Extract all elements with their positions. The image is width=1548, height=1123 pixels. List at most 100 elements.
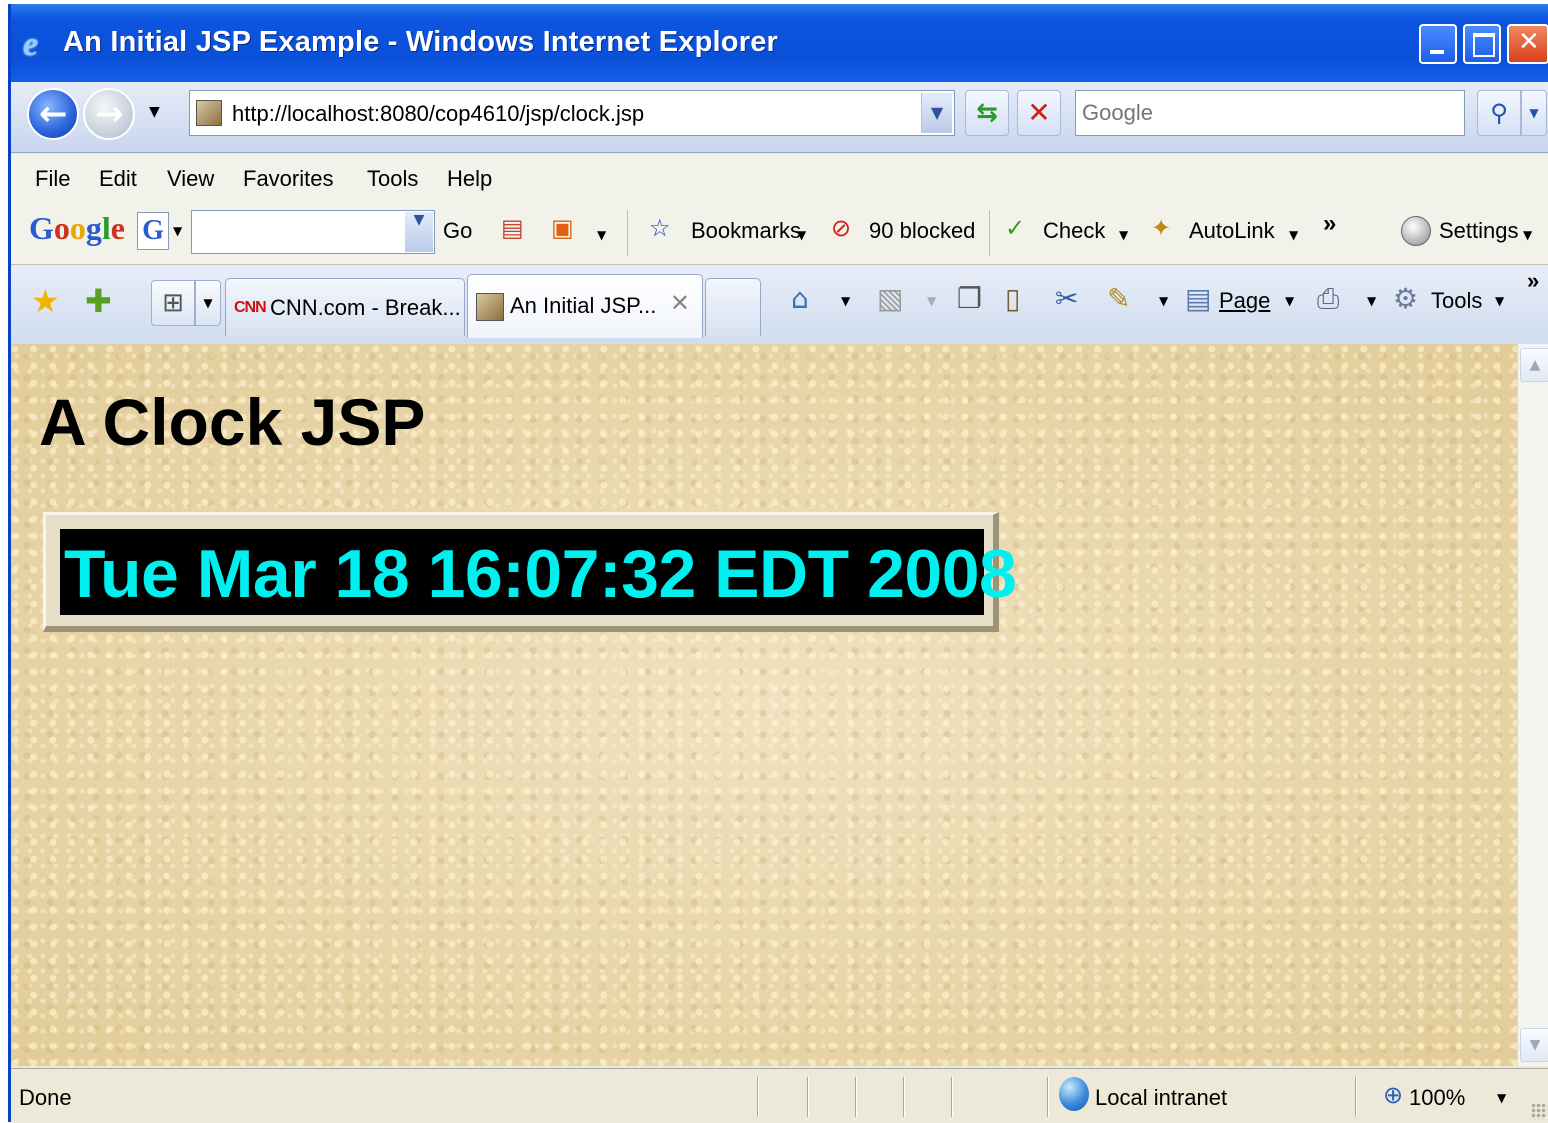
page-dropdown[interactable]: ▼ [1285,294,1294,308]
google-logo: Google [29,210,125,246]
cnn-favicon-icon: CNN [234,299,267,316]
home-icon[interactable]: ⌂ [791,282,809,315]
pagerank-dropdown[interactable]: ▼ [597,228,606,242]
menu-view[interactable]: View [167,166,214,192]
status-separator [757,1077,759,1117]
menu-help[interactable]: Help [447,166,492,192]
google-menu-dropdown[interactable]: ▼ [173,224,182,238]
new-tab-button[interactable] [705,278,761,336]
google-search-dropdown[interactable]: ▼ [405,212,433,252]
spellcheck-dropdown[interactable]: ▼ [1119,228,1128,242]
clock-text: Tue Mar 18 16:07:32 EDT 2008 [64,536,1017,612]
status-separator [855,1077,857,1117]
bookmarks-button[interactable]: Bookmarks [691,218,801,244]
popups-blocked-button[interactable]: 90 blocked [869,218,975,244]
spellcheck-button[interactable]: Check [1043,218,1105,244]
edit-dropdown[interactable]: ▼ [1159,294,1168,308]
autolink-button[interactable]: AutoLink [1189,218,1275,244]
stop-icon: ✕ [1027,96,1051,129]
back-icon: ← [39,94,68,134]
google-go-button[interactable]: Go [443,218,472,244]
minimize-button[interactable] [1419,24,1457,64]
search-input[interactable] [1076,91,1464,135]
vertical-scrollbar[interactable]: ▲ ▼ [1517,344,1548,1066]
local-intranet-icon [1059,1077,1089,1111]
quick-tabs-icon: ⊞ [162,288,184,318]
print-dropdown[interactable]: ▼ [1367,294,1376,308]
pagerank-icon[interactable]: ▣ [551,214,574,242]
edit-pencil-icon[interactable]: ✎ [1107,282,1130,315]
menu-bar: File Edit View Favorites Tools Help [11,154,1548,204]
autolink-wand-icon: ✦ [1151,214,1172,242]
google-search-input[interactable]: ▼ [191,210,435,254]
status-separator [951,1077,953,1117]
paste-clipboard-icon[interactable]: ▯ [1005,282,1020,315]
forward-button[interactable]: → [83,88,135,140]
home-dropdown[interactable]: ▼ [841,294,850,308]
stop-button[interactable]: ✕ [1017,90,1061,136]
popup-blocker-icon: ⊘ [831,214,852,242]
forward-icon: → [95,94,124,134]
toolbar-separator [627,210,628,256]
tab-close-icon[interactable]: ✕ [670,289,690,317]
address-dropdown-button[interactable]: ▼ [921,93,952,133]
search-box[interactable] [1075,90,1465,136]
print-icon[interactable]: ⎙ [1317,282,1339,316]
tab-cnn[interactable]: CNN CNN.com - Break... [225,278,465,336]
command-overflow-button[interactable]: » [1527,268,1539,294]
address-input[interactable]: http://localhost:8080/cop4610/jsp/clock.… [232,101,644,127]
tab-label: An Initial JSP... [510,293,657,318]
refresh-button[interactable]: ⇆ [965,90,1009,136]
copy-icon[interactable]: ❐ [957,282,982,315]
search-icon: ⚲ [1490,99,1508,127]
clock-display: Tue Mar 18 16:07:32 EDT 2008 [60,529,1017,615]
menu-favorites[interactable]: Favorites [243,166,333,192]
resize-grip[interactable] [1531,1103,1547,1119]
favorites-star-icon[interactable]: ★ [31,282,60,320]
quick-tabs-button[interactable]: ⊞ [151,280,195,326]
security-zone[interactable]: Local intranet [1095,1085,1227,1111]
tools-dropdown[interactable]: ▼ [1495,294,1504,308]
menu-edit[interactable]: Edit [99,166,137,192]
page-heading: A Clock JSP [39,385,426,459]
spellcheck-icon: ✓ [1005,214,1026,242]
feeds-dropdown[interactable]: ▼ [927,294,936,308]
status-text: Done [19,1085,72,1110]
tools-menu-button[interactable]: Tools [1431,288,1482,314]
toolbar-overflow-button[interactable]: » [1323,210,1336,238]
menu-tools[interactable]: Tools [367,166,418,192]
address-toolbar: ← → ▼ http://localhost:8080/cop4610/jsp/… [11,82,1548,153]
autolink-dropdown[interactable]: ▼ [1289,228,1298,242]
title-bar[interactable]: e An Initial JSP Example - Windows Inter… [11,4,1548,82]
zoom-dropdown[interactable]: ▼ [1497,1091,1506,1105]
address-bar[interactable]: http://localhost:8080/cop4610/jsp/clock.… [189,90,955,136]
zoom-level[interactable]: 100% [1409,1085,1465,1111]
page-favicon-icon [476,293,504,321]
close-button[interactable]: ✕ [1507,24,1548,64]
google-menu-button[interactable]: G [137,212,169,250]
maximize-icon [1473,33,1495,57]
feeds-icon[interactable]: ▧ [877,282,903,315]
tab-list-dropdown[interactable]: ▼ [195,280,221,326]
search-button[interactable]: ⚲ [1477,90,1521,136]
scroll-down-button[interactable]: ▼ [1520,1028,1548,1062]
bookmarks-dropdown[interactable]: ▼ [797,228,806,242]
search-options-dropdown[interactable]: ▼ [1521,90,1547,136]
page-menu-button[interactable]: Page [1219,288,1270,314]
news-icon[interactable]: ▤ [501,214,524,242]
back-button[interactable]: ← [27,88,79,140]
recent-pages-dropdown[interactable]: ▼ [149,104,160,120]
status-separator [903,1077,905,1117]
scroll-up-button[interactable]: ▲ [1520,348,1548,382]
cut-scissors-icon[interactable]: ✂ [1055,282,1078,315]
maximize-button[interactable] [1463,24,1501,64]
add-favorite-icon[interactable]: ✚ [85,282,112,320]
toolbar-separator [989,210,990,256]
tab-active-jsp[interactable]: An Initial JSP... ✕ [467,274,703,338]
tab-label: CNN.com - Break... [270,295,461,320]
settings-dropdown[interactable]: ▼ [1523,228,1532,242]
settings-button[interactable]: Settings [1439,218,1519,244]
menu-file[interactable]: File [35,166,70,192]
ie-window: e An Initial JSP Example - Windows Inter… [8,4,1548,1123]
status-separator [1355,1077,1357,1117]
